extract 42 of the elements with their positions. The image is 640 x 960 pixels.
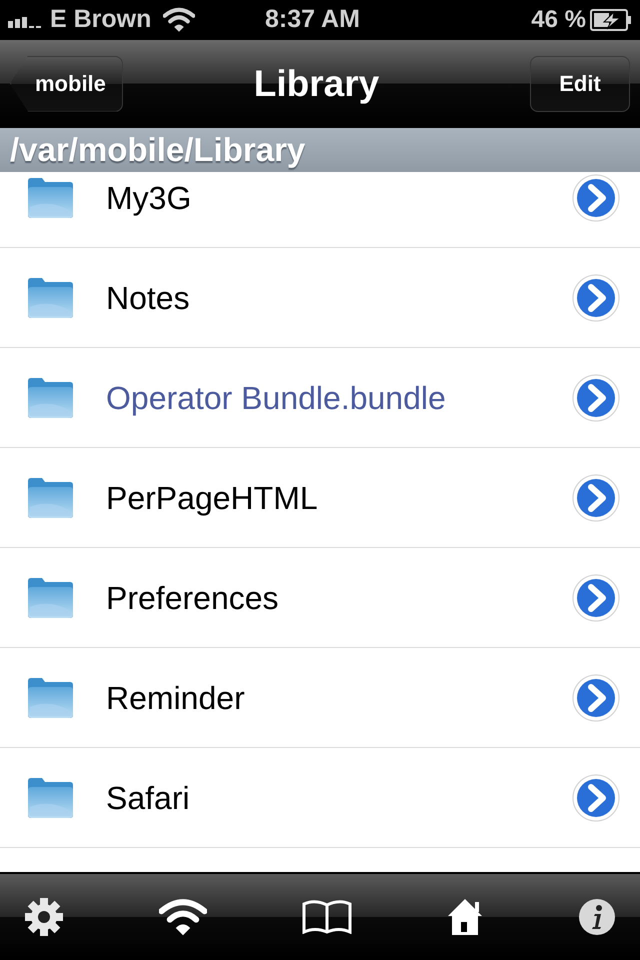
disclosure-icon[interactable] (572, 474, 620, 522)
file-name: Preferences (106, 578, 280, 618)
file-row[interactable]: Safari (0, 748, 640, 848)
battery-charging-icon (590, 9, 632, 31)
disclosure-icon[interactable] (572, 374, 620, 422)
book-icon[interactable] (302, 900, 352, 934)
file-name: Safari (106, 778, 191, 818)
file-name: PerPageHTML (106, 478, 319, 518)
folder-icon (26, 276, 74, 318)
file-name: My3G (106, 178, 192, 218)
carrier-name: E Brown (50, 4, 152, 36)
info-icon[interactable] (578, 898, 616, 936)
folder-icon (26, 776, 74, 818)
file-name: Notes (106, 278, 191, 318)
path-header: /var/mobile/Library (0, 128, 640, 172)
wifi-icon[interactable] (159, 898, 207, 936)
disclosure-icon[interactable] (572, 274, 620, 322)
folder-icon (26, 576, 74, 618)
file-row[interactable]: Operator Bundle.bundle (0, 348, 640, 448)
disclosure-icon[interactable] (572, 774, 620, 822)
screen-title: Library (252, 62, 380, 106)
file-row[interactable]: PerPageHTML (0, 448, 640, 548)
file-row[interactable]: Notes (0, 248, 640, 348)
folder-icon (26, 476, 74, 518)
folder-icon (26, 376, 74, 418)
folder-icon (26, 676, 74, 718)
battery-percent: 46 % (531, 5, 586, 35)
settings-icon[interactable] (24, 897, 64, 937)
edit-button[interactable]: Edit (530, 56, 630, 112)
folder-icon (26, 176, 74, 218)
disclosure-icon[interactable] (572, 574, 620, 622)
file-name: Reminder (106, 678, 246, 718)
file-row[interactable]: Preferences (0, 548, 640, 648)
home-icon[interactable] (447, 898, 483, 936)
clock-time: 8:37 AM (265, 4, 360, 36)
file-name: Operator Bundle.bundle (106, 378, 447, 418)
file-row[interactable]: My3G (0, 172, 640, 248)
file-row[interactable]: Reminder (0, 648, 640, 748)
back-button[interactable]: mobile (10, 56, 123, 112)
status-wifi-icon (163, 7, 196, 33)
disclosure-icon[interactable] (572, 674, 620, 722)
disclosure-icon[interactable] (572, 174, 620, 222)
